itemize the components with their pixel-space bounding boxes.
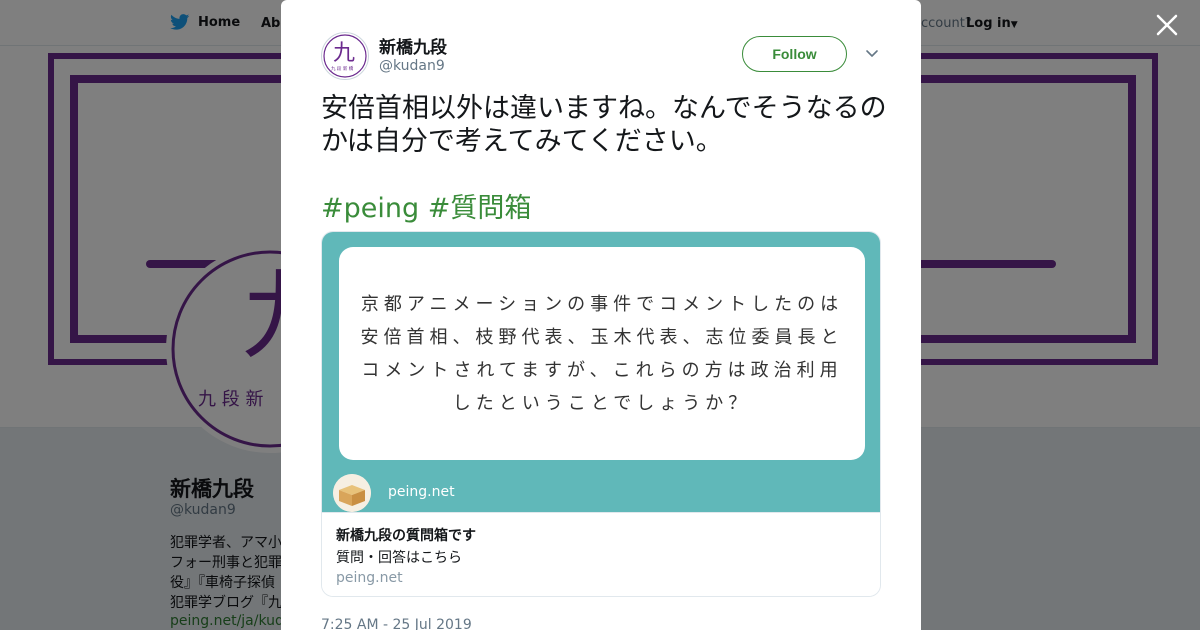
author-avatar[interactable]: 九 九 段 新 橋 (321, 32, 369, 80)
tweet-timestamp[interactable]: 7:25 AM - 25 Jul 2019 (321, 617, 472, 630)
tweet-text: 安倍首相以外は違いますね。なんでそうなるのかは自分で考えてみてください。 (321, 93, 887, 157)
card-description: 質問・回答はこちら (336, 550, 462, 566)
peing-box-icon (333, 474, 371, 512)
card-image-site-name: peing.net (388, 484, 455, 500)
close-icon[interactable] (1154, 12, 1180, 38)
tweet-modal: 九 九 段 新 橋 新橋九段 @kudan9 Follow 安倍首相以外は違いま… (281, 0, 921, 630)
question-line: コメントされてますが、これらの方は政治利用 (361, 359, 843, 381)
tweet-hashtags: #peing #質問箱 (321, 186, 531, 225)
author-name[interactable]: 新橋九段 (379, 33, 447, 58)
hashtag-link[interactable]: #peing (321, 193, 419, 224)
chevron-down-icon[interactable] (865, 47, 879, 61)
author-avatar-graphic: 九 九 段 新 橋 (323, 34, 367, 78)
hashtag-link[interactable]: #質問箱 (428, 193, 532, 224)
question-box: 京都アニメーションの事件でコメントしたのは 安倍首相、枝野代表、玉木代表、志位委… (339, 247, 865, 460)
card-title: 新橋九段の質問箱です (336, 528, 476, 544)
author-avatar-glyph: 九 (333, 41, 355, 66)
link-preview-card[interactable]: 京都アニメーションの事件でコメントしたのは 安倍首相、枝野代表、玉木代表、志位委… (321, 231, 881, 597)
author-handle[interactable]: @kudan9 (379, 58, 445, 74)
question-line: 安倍首相、枝野代表、玉木代表、志位委員長と (360, 326, 844, 348)
card-domain: peing.net (336, 570, 403, 586)
card-body: 新橋九段の質問箱です 質問・回答はこちら peing.net (322, 512, 880, 596)
question-line: 京都アニメーションの事件でコメントしたのは (360, 293, 844, 315)
card-image: 京都アニメーションの事件でコメントしたのは 安倍首相、枝野代表、玉木代表、志位委… (322, 232, 880, 512)
peing-box-logo (333, 474, 371, 512)
author-avatar-small-text: 九 段 新 橋 (331, 65, 354, 72)
follow-button[interactable]: Follow (742, 36, 847, 72)
question-line: したということでしょうか？ (452, 392, 752, 414)
